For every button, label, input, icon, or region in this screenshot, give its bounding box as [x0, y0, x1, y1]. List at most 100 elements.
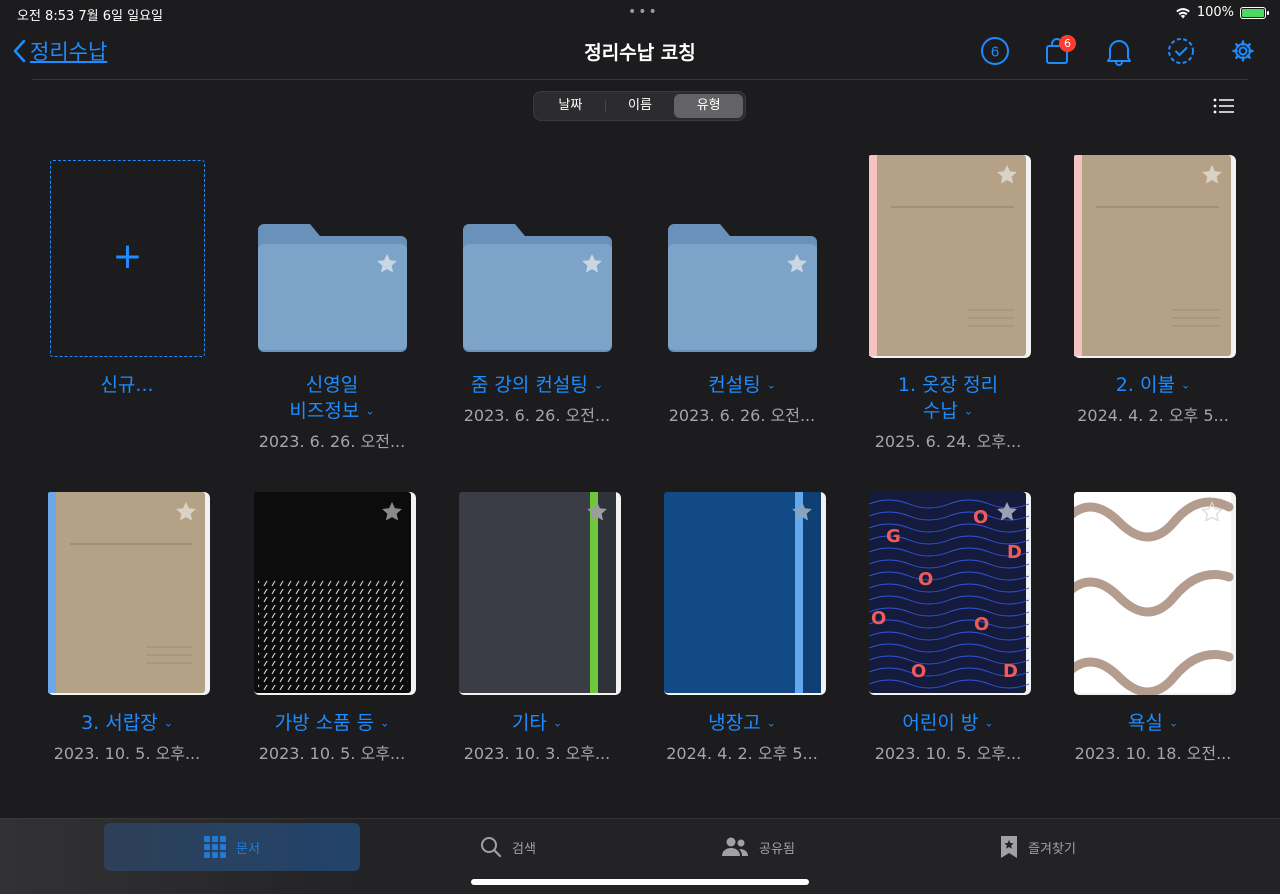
battery-icon — [1240, 6, 1269, 19]
star-icon[interactable] — [1201, 164, 1223, 185]
item-label-line: 3. 서랍장 ⌄ — [27, 710, 227, 737]
search-icon — [481, 837, 502, 858]
item-date: 2023. 10. 5. 오후... — [53, 744, 201, 763]
status-right: 100% — [1175, 5, 1269, 20]
wifi-icon — [1176, 7, 1190, 18]
item-label-line: 욕실 ⌄ — [1053, 710, 1253, 737]
star-icon[interactable] — [381, 501, 403, 522]
chevron-down-icon[interactable]: ⌄ — [1181, 379, 1190, 392]
folder-icon[interactable] — [668, 222, 817, 352]
notebook-cover-navy[interactable] — [664, 492, 826, 695]
tab-favorites[interactable]: 즐겨찾기 — [910, 823, 1166, 871]
sort-date-option[interactable]: 날짜 — [536, 94, 605, 118]
item-label: 3. 서랍장 — [81, 712, 158, 734]
plus-icon: + — [112, 236, 143, 277]
item-label: 가방 소품 등 — [274, 712, 375, 734]
star-outline-icon[interactable] — [1201, 501, 1223, 522]
item-date: 2024. 4. 2. 오후 5... — [666, 744, 818, 763]
chevron-down-icon[interactable]: ⌄ — [767, 717, 776, 730]
item-date: 2023. 6. 26. 오전... — [258, 432, 406, 451]
item-date: 2023. 10. 5. 오후... — [258, 744, 406, 763]
notifications-button[interactable] — [1102, 34, 1136, 68]
navigation-bar: 정리수납 정리수납 코칭 6 6 — [0, 26, 1280, 80]
star-icon[interactable] — [586, 501, 608, 522]
folder-icon[interactable] — [258, 222, 407, 352]
notebook-cover-dark-dashes[interactable] — [254, 492, 416, 695]
cover-letter: O — [911, 661, 926, 682]
dashed-check-circle-icon — [1168, 38, 1194, 64]
chevron-down-icon[interactable]: ⌄ — [1169, 717, 1178, 730]
bell-icon — [1107, 40, 1131, 66]
battery-percent: 100% — [1196, 5, 1234, 20]
item-label: 신영일 — [305, 374, 359, 396]
status-bar: 오전 8:53 7월 6일 일요일 ••• 100% — [0, 0, 1280, 26]
chevron-down-icon[interactable]: ⌄ — [164, 717, 173, 730]
tab-label: 문서 — [236, 841, 260, 857]
star-icon[interactable] — [786, 253, 808, 274]
chevron-down-icon[interactable]: ⌄ — [964, 405, 973, 418]
tab-shared[interactable]: 공유됨 — [630, 823, 886, 871]
chevron-down-icon[interactable]: ⌄ — [594, 379, 603, 392]
status-time: 오전 8:53 7월 6일 일요일 — [17, 9, 163, 24]
item-label: 1. 옷장 정리 — [897, 374, 999, 396]
folder-icon[interactable] — [463, 222, 612, 352]
shopping-bag-button[interactable]: 6 — [1040, 34, 1076, 68]
chevron-down-icon[interactable]: ⌄ — [767, 379, 776, 392]
item-date: 2023. 10. 18. 오전... — [1074, 744, 1232, 763]
cover-letter: D — [1007, 542, 1022, 563]
gear-icon — [1232, 40, 1254, 62]
chevron-down-icon[interactable]: ⌄ — [365, 405, 374, 418]
star-icon[interactable] — [996, 501, 1018, 522]
item-label-line: 컨설팅 ⌄ — [642, 372, 842, 399]
item-date: 2023. 6. 26. 오전... — [668, 406, 816, 425]
new-item-label[interactable]: 신규... — [27, 372, 227, 398]
sort-type-option[interactable]: 유형 — [674, 94, 744, 118]
item-label-line2: 비즈정보 ⌄ — [232, 398, 432, 425]
notebook-cover-kraft[interactable] — [1074, 155, 1236, 358]
item-label: 욕실 — [1127, 712, 1163, 734]
nav-divider — [32, 79, 1248, 80]
tab-search[interactable]: 검색 — [380, 823, 636, 871]
notebook-cover-kraft[interactable] — [869, 155, 1031, 358]
cover-letter: O — [918, 569, 933, 590]
star-icon[interactable] — [791, 501, 813, 522]
item-label: 2. 이불 — [1115, 374, 1175, 396]
home-indicator[interactable] — [471, 879, 809, 885]
item-date: 2025. 6. 24. 오후... — [874, 432, 1022, 451]
star-icon[interactable] — [996, 164, 1018, 185]
sort-segmented-control: 날짜 이름 유형 — [533, 91, 746, 121]
bookmark-star-icon — [1001, 836, 1018, 858]
item-label-line: 2. 이불 ⌄ — [1053, 372, 1253, 399]
chevron-down-icon[interactable]: ⌄ — [984, 717, 993, 730]
chevron-down-icon[interactable]: ⌄ — [380, 717, 389, 730]
multitasking-dots-icon[interactable]: ••• — [628, 4, 659, 20]
notebook-cover-gray[interactable] — [459, 492, 621, 695]
cover-letter: O — [974, 614, 989, 635]
item-date: 2023. 6. 26. 오전... — [463, 406, 611, 425]
item-label-line: 냉장고 ⌄ — [642, 710, 842, 737]
list-view-icon[interactable] — [1213, 97, 1235, 115]
new-document-button[interactable]: + — [50, 160, 205, 357]
star-icon[interactable] — [376, 253, 398, 274]
notebook-cover-kraft[interactable] — [48, 492, 210, 695]
item-label-line: 어린이 방 ⌄ — [848, 710, 1048, 737]
notebook-cover-good-pattern[interactable]: G O D O O O O D — [869, 492, 1031, 695]
item-date: 2024. 4. 2. 오후 5... — [1077, 406, 1229, 425]
grid-icon — [204, 836, 227, 858]
star-icon[interactable] — [175, 501, 197, 522]
cover-letter: O — [871, 608, 886, 629]
item-label: 냉장고 — [708, 712, 761, 734]
chevron-down-icon[interactable]: ⌄ — [553, 717, 562, 730]
notification-badge: 6 — [1059, 35, 1076, 52]
item-date: 2023. 10. 5. 오후... — [874, 744, 1022, 763]
notebook-cover-waves[interactable] — [1074, 492, 1236, 695]
timer-button[interactable]: 6 — [978, 34, 1012, 68]
select-button[interactable] — [1164, 34, 1198, 68]
item-label: 줌 강의 컨설팅 — [470, 374, 588, 396]
item-label: 컨설팅 — [708, 374, 761, 396]
item-label-line: 줌 강의 컨설팅 ⌄ — [437, 372, 637, 399]
star-icon[interactable] — [581, 253, 603, 274]
settings-button[interactable] — [1226, 34, 1260, 68]
tab-documents[interactable]: 문서 — [104, 823, 360, 871]
sort-name-option[interactable]: 이름 — [606, 94, 675, 118]
